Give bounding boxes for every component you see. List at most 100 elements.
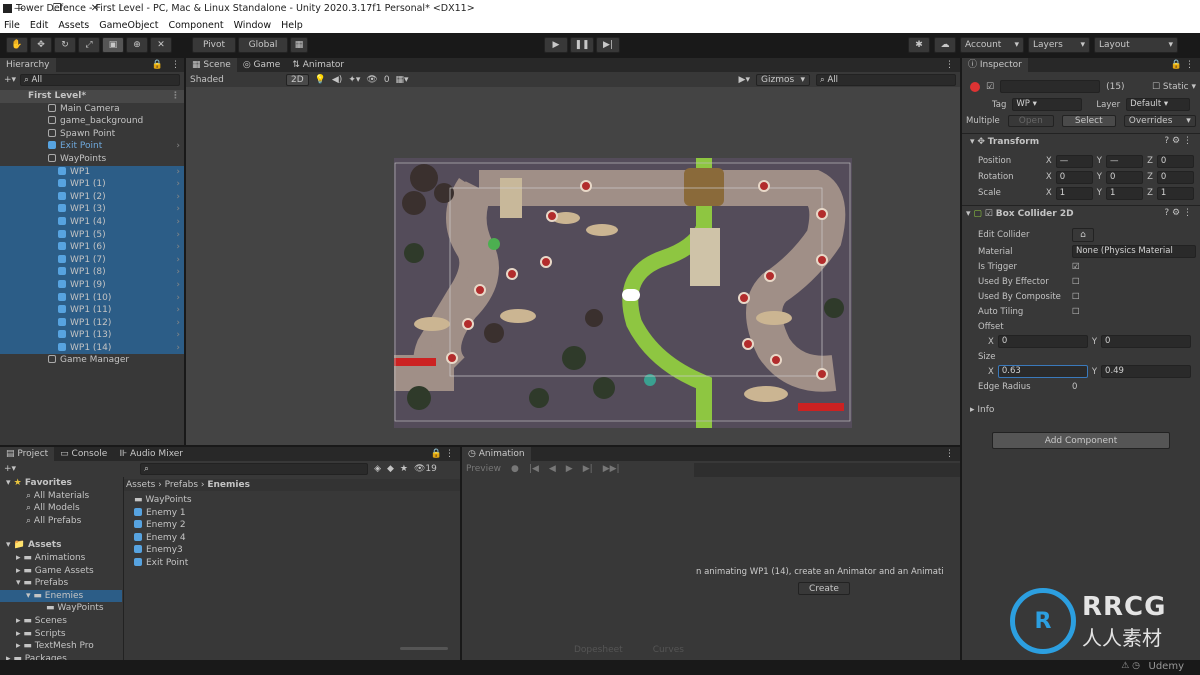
- scale-x[interactable]: 1: [1055, 186, 1093, 200]
- menu-component[interactable]: Component: [168, 20, 223, 31]
- hierarchy-item[interactable]: Exit Point ›: [0, 140, 184, 153]
- gizmos-dropdown[interactable]: Gizmos ▾: [756, 73, 810, 86]
- tab-console[interactable]: ▭ Console: [54, 447, 113, 461]
- layers-dropdown[interactable]: Layers ▾: [1028, 37, 1090, 53]
- lock-icon[interactable]: 🔒: [152, 60, 163, 70]
- waypoint-marker[interactable]: [474, 284, 486, 296]
- static-toggle[interactable]: ☐ Static ▾: [1152, 82, 1196, 92]
- file-item[interactable]: Enemy 2: [134, 519, 192, 532]
- waypoint-marker[interactable]: [446, 352, 458, 364]
- filter-icon[interactable]: ◈: [374, 464, 381, 474]
- menu-file[interactable]: File: [4, 20, 20, 31]
- hierarchy-waypoint-item[interactable]: WP1 (10) ›: [0, 291, 184, 305]
- overrides-dropdown[interactable]: Overrides ▾: [1123, 115, 1196, 127]
- more-icon[interactable]: ⋮: [945, 60, 954, 70]
- active-checkbox[interactable]: ☑: [986, 82, 994, 92]
- hierarchy-waypoint-item[interactable]: WP1 ›: [0, 165, 184, 179]
- breadcrumb-item[interactable]: Prefabs: [165, 480, 198, 490]
- play-button[interactable]: ▶: [544, 37, 568, 53]
- file-item[interactable]: ▬ WayPoints: [134, 494, 192, 507]
- tab-animator[interactable]: ⇅ Animator: [286, 58, 350, 72]
- settings-icon[interactable]: ? ⚙ ⋮: [1164, 136, 1192, 146]
- open-button[interactable]: Open: [1007, 115, 1054, 127]
- record-icon[interactable]: ●: [511, 464, 519, 474]
- more-icon[interactable]: ⋮: [171, 60, 180, 70]
- hierarchy-waypoint-item[interactable]: WP1 (7) ›: [0, 253, 184, 267]
- grid-icon[interactable]: ▦▾: [396, 75, 409, 85]
- file-item[interactable]: Enemy3: [134, 544, 192, 557]
- transform-tool-icon[interactable]: ⊕: [126, 37, 148, 53]
- waypoint-marker[interactable]: [540, 256, 552, 268]
- hierarchy-waypoint-item[interactable]: WP1 (4) ›: [0, 215, 184, 229]
- menu-edit[interactable]: Edit: [30, 20, 48, 31]
- rot-x[interactable]: 0: [1055, 170, 1093, 184]
- used-effector-checkbox[interactable]: ☐: [1072, 277, 1080, 287]
- waypoint-marker[interactable]: [816, 208, 828, 220]
- auto-tiling-checkbox[interactable]: ☐: [1072, 307, 1080, 317]
- favorites-folder[interactable]: ▾ ★ Favorites: [0, 477, 122, 490]
- chevron-right-icon[interactable]: ›: [176, 166, 180, 179]
- label-icon[interactable]: ◆: [387, 464, 394, 474]
- hierarchy-waypoint-item[interactable]: WP1 (1) ›: [0, 178, 184, 191]
- lock-icon[interactable]: 🔒 ⋮: [1171, 60, 1194, 70]
- tab-scene[interactable]: ▦ Scene: [186, 58, 237, 72]
- favorite-item[interactable]: ⌕ All Models: [0, 502, 122, 515]
- tab-hierarchy[interactable]: Hierarchy: [0, 58, 56, 72]
- star-icon[interactable]: ★: [400, 464, 408, 474]
- rect-tool-icon[interactable]: ▣: [102, 37, 124, 53]
- menu-help[interactable]: Help: [281, 20, 303, 31]
- chevron-right-icon[interactable]: ›: [176, 178, 180, 191]
- hidden-icon[interactable]: 👁: [366, 75, 377, 85]
- project-search[interactable]: ⌕: [140, 463, 369, 475]
- chevron-right-icon[interactable]: ›: [176, 342, 180, 355]
- scale-tool-icon[interactable]: ⤢: [78, 37, 100, 53]
- rot-z[interactable]: 0: [1156, 170, 1195, 184]
- scale-z[interactable]: 1: [1156, 186, 1195, 200]
- tab-inspector[interactable]: ⓘ Inspector: [962, 58, 1028, 72]
- size-x[interactable]: 0.63: [997, 365, 1088, 378]
- scale-y[interactable]: 1: [1106, 186, 1144, 200]
- hierarchy-waypoint-item[interactable]: WP1 (6) ›: [0, 241, 184, 254]
- preview-toggle[interactable]: Preview: [466, 464, 501, 474]
- select-button[interactable]: Select: [1061, 115, 1116, 127]
- prev-key-icon[interactable]: ◀: [549, 464, 556, 474]
- create-button[interactable]: Create: [798, 582, 850, 595]
- cloud-icon[interactable]: ☁: [934, 37, 956, 53]
- folder-item[interactable]: ▬ WayPoints: [0, 602, 122, 615]
- chevron-right-icon[interactable]: ›: [176, 203, 180, 216]
- step-button[interactable]: ▶|: [596, 37, 620, 53]
- lock-icon[interactable]: 🔒 ⋮: [431, 449, 454, 459]
- breadcrumb-item[interactable]: Enemies: [207, 480, 250, 490]
- scene-root[interactable]: First Level* ⋮: [0, 90, 184, 103]
- curves-tab[interactable]: Curves: [653, 645, 684, 655]
- hand-tool-icon[interactable]: ✋: [6, 37, 28, 53]
- pivot-toggle[interactable]: Pivot: [192, 37, 236, 53]
- breadcrumb-item[interactable]: Assets: [126, 480, 155, 490]
- hierarchy-item[interactable]: Game Manager: [0, 354, 184, 367]
- layout-dropdown[interactable]: Layout ▾: [1094, 37, 1178, 53]
- hierarchy-waypoint-item[interactable]: WP1 (14) ›: [0, 341, 184, 355]
- custom-tool-icon[interactable]: ✕: [150, 37, 172, 53]
- chevron-right-icon[interactable]: ›: [176, 229, 180, 242]
- add-component-button[interactable]: Add Component: [992, 432, 1170, 449]
- pause-button[interactable]: ❚❚: [570, 37, 594, 53]
- last-key-icon[interactable]: ▶▶|: [603, 464, 620, 474]
- waypoint-marker[interactable]: [816, 368, 828, 380]
- pos-y[interactable]: —: [1106, 154, 1144, 168]
- rot-y[interactable]: 0: [1106, 170, 1144, 184]
- next-key-icon[interactable]: ▶|: [583, 464, 593, 474]
- chevron-right-icon[interactable]: ›: [176, 266, 180, 279]
- file-item[interactable]: Exit Point: [134, 557, 192, 570]
- visibility-icon[interactable]: 👁19: [414, 464, 437, 474]
- waypoint-marker[interactable]: [580, 180, 592, 192]
- scene-search[interactable]: ⌕ All: [816, 73, 956, 86]
- menu-window[interactable]: Window: [234, 20, 271, 31]
- hierarchy-search[interactable]: ⌕ All: [20, 74, 180, 86]
- chevron-right-icon[interactable]: ›: [176, 191, 180, 204]
- first-key-icon[interactable]: |◀: [529, 464, 539, 474]
- folder-item[interactable]: ▾ ▬ Enemies: [0, 589, 122, 603]
- hierarchy-waypoint-item[interactable]: WP1 (9) ›: [0, 278, 184, 292]
- waypoint-marker[interactable]: [816, 254, 828, 266]
- folder-item[interactable]: ▸ ▬ Scripts: [0, 628, 122, 641]
- hierarchy-waypoint-item[interactable]: WP1 (8) ›: [0, 266, 184, 279]
